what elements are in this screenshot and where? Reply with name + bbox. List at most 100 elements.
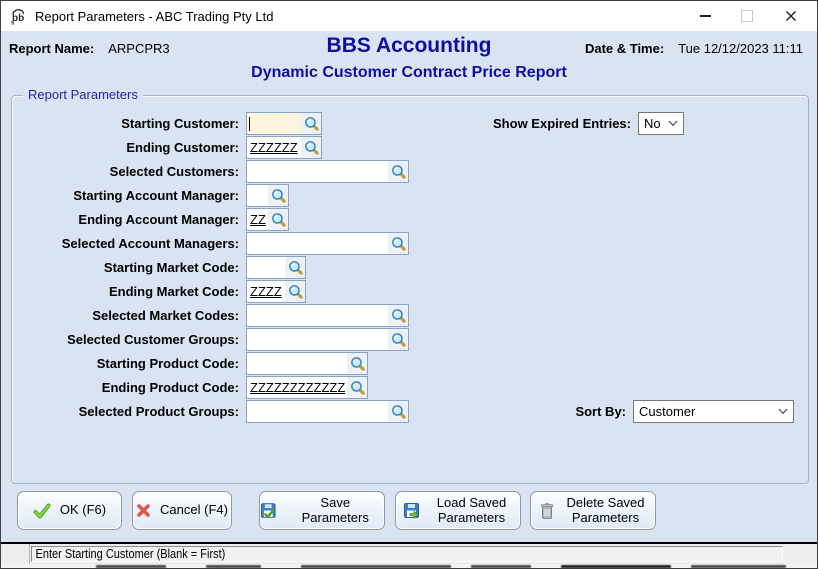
sort-by-dropdown[interactable]: Customer <box>633 400 794 423</box>
close-button[interactable] <box>776 1 806 31</box>
field-row: Selected Customers: <box>11 160 409 183</box>
screen-edge-artifact <box>1 564 817 569</box>
field-row: Starting Product Code: <box>11 352 368 375</box>
starting-product-code-input[interactable] <box>246 352 368 375</box>
check-icon <box>33 503 51 519</box>
field-label: Ending Customer: <box>11 140 246 155</box>
ending-product-code-input[interactable]: ZZZZZZZZZZZZ <box>246 376 368 399</box>
status-bar: Enter Starting Customer (Blank = First) <box>1 544 817 564</box>
field-row: Starting Customer: <box>11 112 322 135</box>
save-disk-icon <box>260 502 277 520</box>
magnifier-icon <box>391 332 406 347</box>
status-text: Enter Starting Customer (Blank = First) <box>32 547 225 561</box>
selected-product-groups-input[interactable] <box>246 400 409 423</box>
minimize-button[interactable] <box>690 1 720 31</box>
app-title: BBS Accounting <box>1 34 817 58</box>
lookup-button[interactable] <box>285 281 305 302</box>
delete-saved-parameters-button[interactable]: Delete Saved Parameters <box>530 491 656 530</box>
field-label: Selected Product Groups: <box>11 404 246 419</box>
report-parameters-window: bb s Report Parameters - ABC Trading Pty… <box>0 0 818 569</box>
field-row: Starting Account Manager: <box>11 184 289 207</box>
ending-customer-input[interactable]: ZZZZZZ <box>246 136 322 159</box>
field-label: Ending Account Manager: <box>11 212 246 227</box>
magnifier-icon <box>391 164 406 179</box>
magnifier-icon <box>391 404 406 419</box>
sort-by-label: Sort By: <box>481 400 626 423</box>
magnifier-icon <box>271 188 286 203</box>
magnifier-icon <box>350 356 365 371</box>
title-bar: bb s Report Parameters - ABC Trading Pty… <box>1 1 817 31</box>
lookup-button[interactable] <box>388 401 408 422</box>
sort-by-value: Customer <box>639 404 695 419</box>
field-row: Selected Account Managers: <box>11 232 409 255</box>
selected-customer-groups-input[interactable] <box>246 328 409 351</box>
page-title: Dynamic Customer Contract Price Report <box>1 64 817 82</box>
save-parameters-button[interactable]: Save Parameters <box>259 491 385 530</box>
chevron-down-icon <box>668 120 678 127</box>
lookup-button[interactable] <box>388 233 408 254</box>
text-caret <box>249 117 250 131</box>
lookup-button[interactable] <box>388 329 408 350</box>
magnifier-icon <box>391 308 406 323</box>
field-row: Starting Market Code: <box>11 256 306 279</box>
magnifier-icon <box>288 284 303 299</box>
field-label: Ending Product Code: <box>11 380 246 395</box>
field-row: Ending Product Code: ZZZZZZZZZZZZ <box>11 376 368 399</box>
magnifier-icon <box>304 140 319 155</box>
ending-market-code-input[interactable]: ZZZZ <box>246 280 306 303</box>
lookup-button[interactable] <box>268 209 288 230</box>
field-row: Ending Market Code: ZZZZ <box>11 280 306 303</box>
field-label: Selected Market Codes: <box>11 308 246 323</box>
lookup-button[interactable] <box>347 353 367 374</box>
lookup-button[interactable] <box>301 137 321 158</box>
maximize-button[interactable] <box>732 1 762 31</box>
field-label: Selected Account Managers: <box>11 236 246 251</box>
magnifier-icon <box>350 380 365 395</box>
show-expired-value: No <box>644 116 661 131</box>
ending-account-manager-input[interactable]: ZZ <box>246 208 289 231</box>
field-row: Ending Customer: ZZZZZZ <box>11 136 322 159</box>
field-label: Starting Product Code: <box>11 356 246 371</box>
close-icon <box>785 10 797 22</box>
statusbar-left-panel <box>1 544 30 564</box>
field-row: Ending Account Manager: ZZ <box>11 208 289 231</box>
lookup-button[interactable] <box>388 305 408 326</box>
field-label: Starting Market Code: <box>11 260 246 275</box>
field-row: Selected Product Groups: <box>11 400 409 423</box>
groupbox-label: Report Parameters <box>23 87 143 102</box>
field-label: Starting Account Manager: <box>11 188 246 203</box>
bbs-app-icon: bb s <box>10 8 27 25</box>
lookup-button[interactable] <box>347 377 367 398</box>
field-label: Starting Customer: <box>11 116 246 131</box>
lookup-button[interactable] <box>301 113 321 134</box>
trash-icon <box>539 502 555 520</box>
load-disk-icon <box>403 502 421 520</box>
lookup-button[interactable] <box>388 161 408 182</box>
maximize-icon <box>741 10 753 22</box>
selected-market-codes-input[interactable] <box>246 304 409 327</box>
starting-market-code-input[interactable] <box>246 256 306 279</box>
starting-account-manager-input[interactable] <box>246 184 289 207</box>
field-row: Selected Customer Groups: <box>11 328 409 351</box>
status-message-box: Enter Starting Customer (Blank = First) <box>31 546 783 562</box>
selected-account-managers-input[interactable] <box>246 232 409 255</box>
show-expired-dropdown[interactable]: No <box>638 112 684 135</box>
show-expired-label: Show Expired Entries: <box>401 112 631 135</box>
window-title: Report Parameters - ABC Trading Pty Ltd <box>35 9 273 24</box>
lookup-button[interactable] <box>285 257 305 278</box>
cross-icon <box>136 503 151 518</box>
magnifier-icon <box>288 260 303 275</box>
magnifier-icon <box>391 236 406 251</box>
cancel-button[interactable]: Cancel (F4) <box>132 491 232 530</box>
field-label: Ending Market Code: <box>11 284 246 299</box>
minimize-icon <box>700 15 711 17</box>
load-saved-parameters-button[interactable]: Load Saved Parameters <box>395 491 521 530</box>
field-row: Selected Market Codes: <box>11 304 409 327</box>
ok-button[interactable]: OK (F6) <box>17 491 122 530</box>
selected-customers-input[interactable] <box>246 160 409 183</box>
magnifier-icon <box>304 116 319 131</box>
field-label: Selected Customer Groups: <box>11 332 246 347</box>
lookup-button[interactable] <box>268 185 288 206</box>
field-label: Selected Customers: <box>11 164 246 179</box>
starting-customer-input[interactable] <box>246 112 322 135</box>
